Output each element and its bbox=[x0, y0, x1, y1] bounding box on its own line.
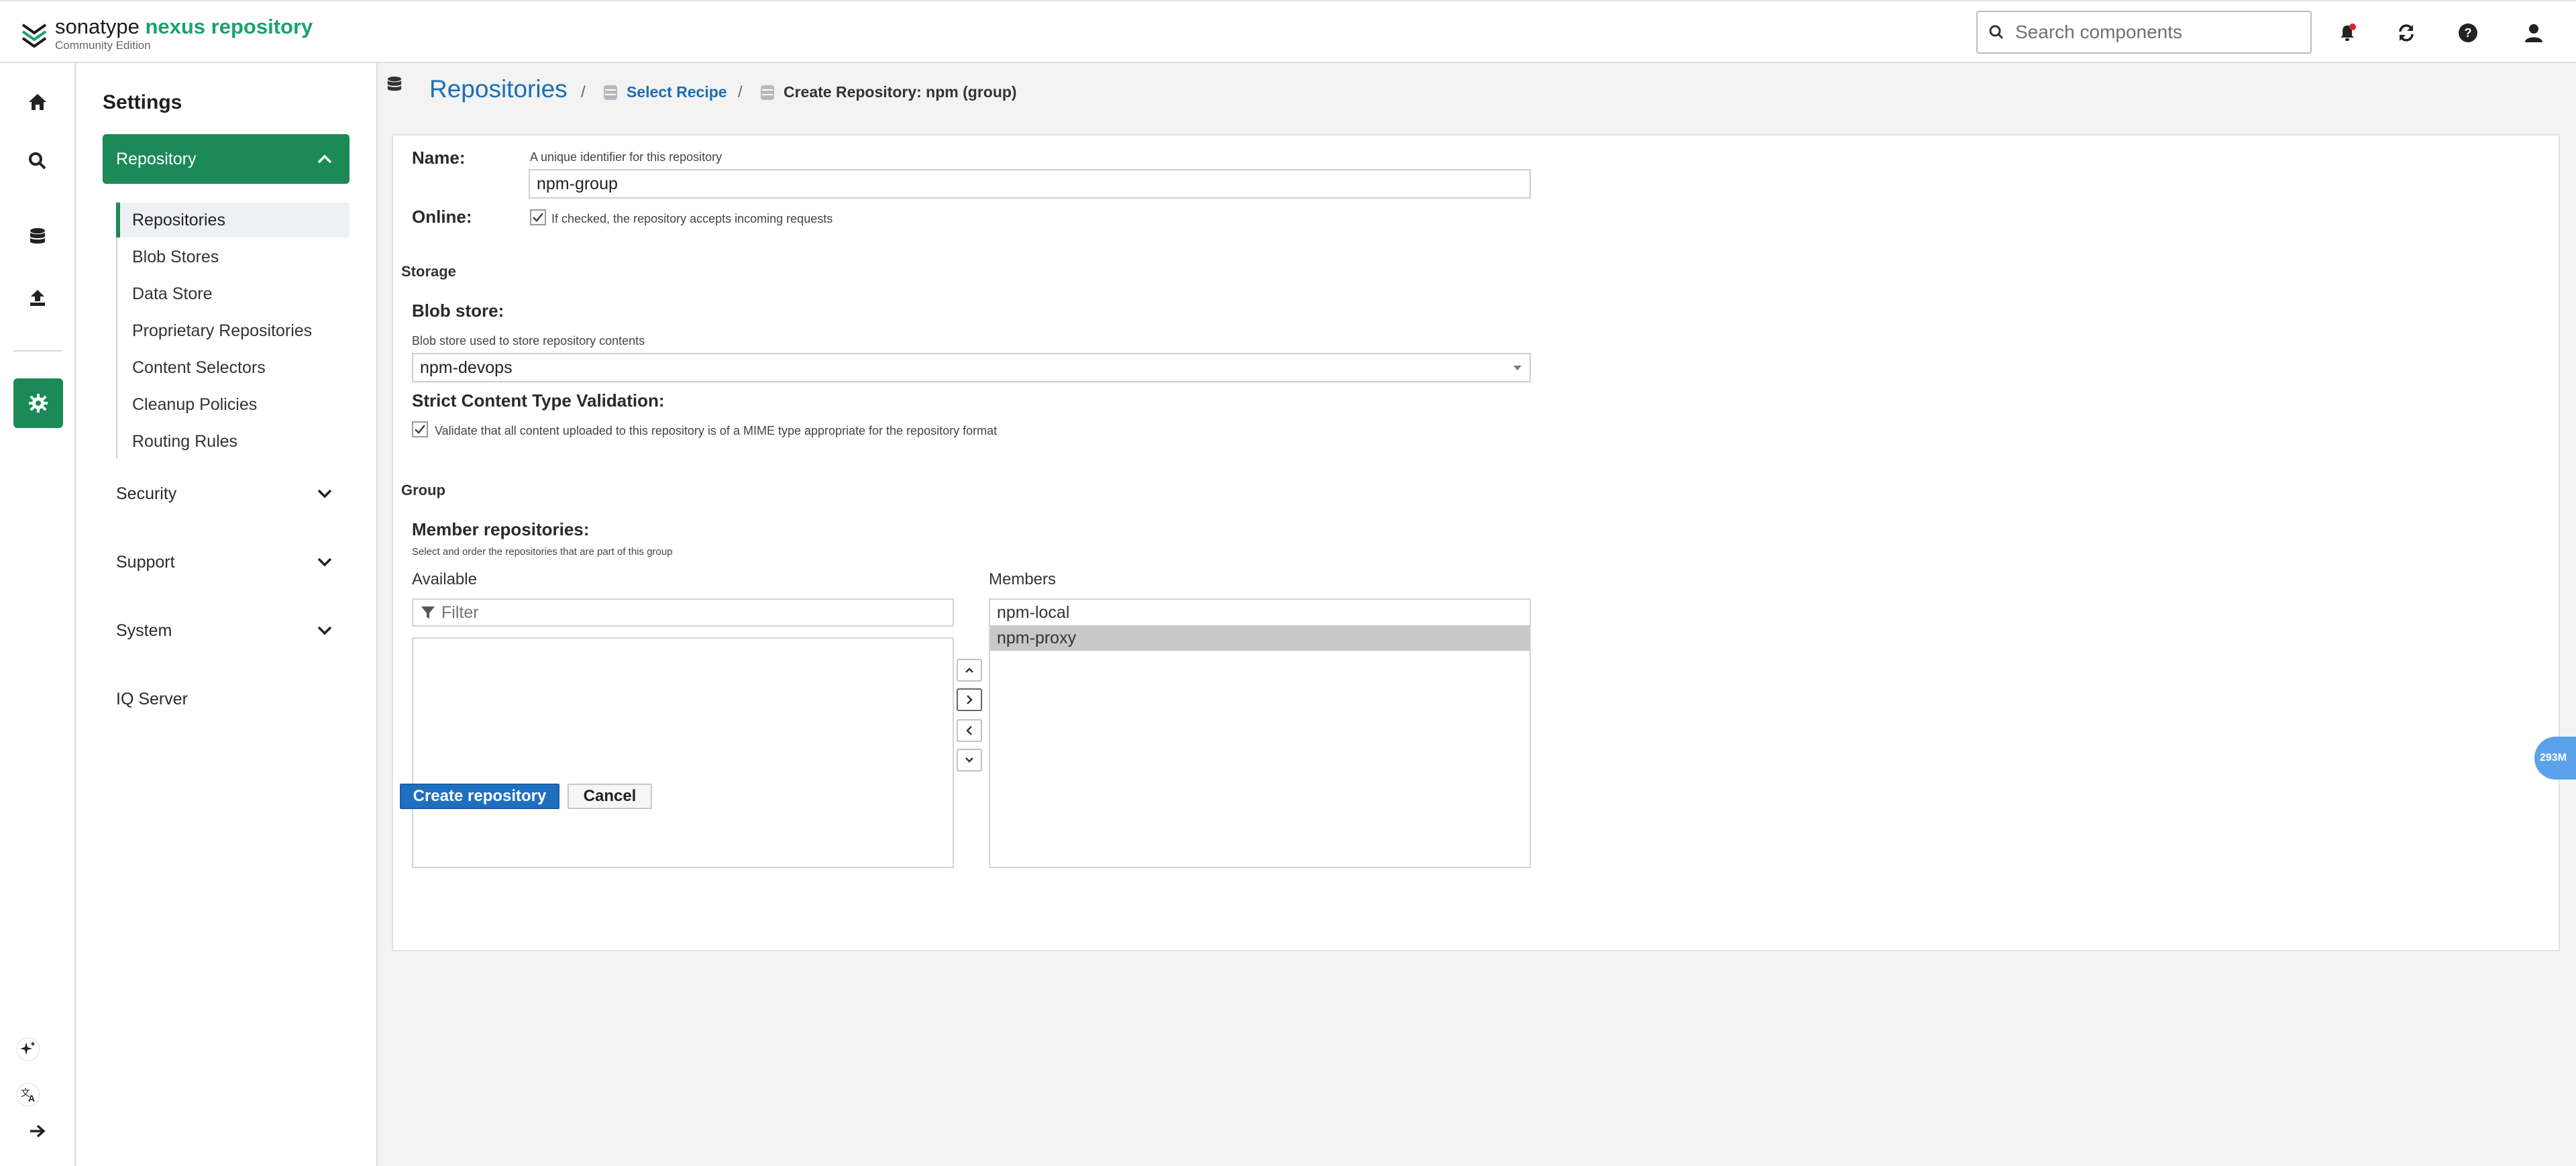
list-item[interactable]: npm-proxy bbox=[990, 625, 1529, 651]
nav-item-data-store[interactable]: Data Store bbox=[116, 276, 350, 311]
gear-icon[interactable] bbox=[13, 378, 63, 428]
move-up-button[interactable] bbox=[957, 659, 982, 682]
chevron-down-icon bbox=[965, 757, 973, 763]
chevron-left-icon bbox=[966, 726, 972, 735]
cancel-button[interactable]: Cancel bbox=[568, 784, 652, 809]
refresh-icon[interactable] bbox=[2390, 16, 2423, 50]
chevron-right-icon bbox=[967, 695, 973, 704]
home-icon[interactable] bbox=[17, 82, 58, 122]
nav-group-repository[interactable]: Repository bbox=[103, 134, 350, 184]
caret-down-icon bbox=[1513, 366, 1521, 370]
chevron-down-icon bbox=[317, 489, 332, 498]
chevron-down-icon bbox=[317, 558, 332, 567]
sonatype-logo[interactable]: sonatype nexus repository Community Edit… bbox=[19, 13, 313, 54]
add-member-button[interactable] bbox=[957, 688, 982, 711]
arrow-right-icon[interactable] bbox=[17, 1111, 58, 1151]
nav-item-proprietary-repositories[interactable]: Proprietary Repositories bbox=[116, 313, 350, 348]
sparkle-icon[interactable] bbox=[8, 1029, 48, 1069]
name-label: Name: bbox=[412, 148, 466, 168]
database-icon bbox=[604, 85, 617, 100]
notification-dot bbox=[2349, 23, 2356, 30]
name-field[interactable]: npm-group bbox=[529, 169, 1531, 199]
memory-usage-badge[interactable]: 293M bbox=[2534, 737, 2576, 780]
filter-icon bbox=[421, 606, 435, 619]
edition-label: Community Edition bbox=[55, 39, 151, 52]
breadcrumb-label: Select Recipe bbox=[627, 83, 727, 101]
members-list[interactable]: npm-local npm-proxy bbox=[989, 598, 1531, 868]
blob-store-select[interactable]: npm-devops bbox=[412, 353, 1531, 382]
filter-input[interactable] bbox=[441, 602, 924, 623]
svg-text:?: ? bbox=[2465, 26, 2472, 40]
nav-item-blob-stores[interactable]: Blob Stores bbox=[116, 240, 350, 274]
strict-validation-help: Validate that all content uploaded to th… bbox=[435, 424, 998, 437]
brand-name: sonatype bbox=[55, 15, 140, 38]
blob-store-help: Blob store used to store repository cont… bbox=[412, 334, 645, 348]
storage-section-title: Storage bbox=[401, 263, 456, 280]
available-list[interactable] bbox=[412, 637, 954, 868]
remove-member-button[interactable] bbox=[957, 719, 982, 742]
sonatype-logo-icon bbox=[21, 23, 47, 48]
user-icon[interactable] bbox=[2517, 16, 2551, 50]
upload-icon[interactable] bbox=[17, 278, 58, 318]
move-down-button[interactable] bbox=[957, 749, 982, 772]
settings-nav: Settings Repository Repositories Blob St… bbox=[76, 63, 378, 1166]
breadcrumb-separator: / bbox=[738, 83, 743, 101]
strict-validation-checkbox[interactable] bbox=[412, 421, 428, 437]
breadcrumb-current: Create Repository: npm (group) bbox=[759, 83, 1017, 101]
nav-item-routing-rules[interactable]: Routing Rules bbox=[116, 424, 350, 459]
nav-item-cleanup-policies[interactable]: Cleanup Policies bbox=[116, 387, 350, 422]
nav-title: Settings bbox=[103, 91, 182, 113]
product-name: nexus repository bbox=[145, 15, 313, 38]
members-label: Members bbox=[989, 570, 1057, 588]
search-components[interactable] bbox=[1976, 11, 2312, 54]
checkmark-icon bbox=[415, 425, 425, 434]
member-repositories-help: Select and order the repositories that a… bbox=[412, 546, 673, 558]
breadcrumb-repositories[interactable]: Repositories bbox=[429, 75, 568, 103]
database-icon bbox=[761, 85, 774, 100]
top-header: sonatype nexus repository Community Edit… bbox=[0, 0, 2576, 63]
name-help: A unique identifier for this repository bbox=[530, 150, 722, 164]
search-icon[interactable] bbox=[17, 141, 58, 181]
available-filter[interactable] bbox=[412, 598, 954, 627]
svg-text:A: A bbox=[28, 1093, 35, 1104]
group-section-title: Group bbox=[401, 482, 445, 498]
chevron-up-icon bbox=[317, 154, 332, 164]
icon-rail: 文A bbox=[0, 63, 76, 1166]
nav-group-label: Security bbox=[116, 484, 177, 503]
breadcrumb-separator: / bbox=[581, 83, 586, 101]
nav-group-support[interactable]: Support bbox=[103, 542, 350, 582]
search-icon bbox=[1978, 12, 2015, 52]
strict-validation-label: Strict Content Type Validation: bbox=[412, 390, 665, 411]
nav-group-system[interactable]: System bbox=[103, 611, 350, 651]
help-icon[interactable]: ? bbox=[2451, 16, 2485, 50]
database-icon bbox=[386, 75, 402, 99]
nav-group-security[interactable]: Security bbox=[103, 474, 350, 514]
translate-icon[interactable]: 文A bbox=[8, 1075, 48, 1115]
list-item[interactable]: npm-local bbox=[990, 600, 1529, 625]
search-input[interactable] bbox=[2015, 21, 2297, 43]
nav-item-repositories[interactable]: Repositories bbox=[116, 203, 350, 237]
online-help: If checked, the repository accepts incom… bbox=[551, 212, 833, 225]
blob-store-value: npm-devops bbox=[420, 358, 513, 377]
bell-icon[interactable] bbox=[2330, 16, 2364, 50]
checkmark-icon bbox=[533, 213, 543, 222]
nav-item-content-selectors[interactable]: Content Selectors bbox=[116, 350, 350, 385]
member-repositories-label: Member repositories: bbox=[412, 519, 590, 539]
rail-divider bbox=[13, 350, 62, 352]
chevron-up-icon bbox=[965, 668, 973, 673]
nav-group-label: Support bbox=[116, 552, 175, 572]
breadcrumb-select-recipe[interactable]: Select Recipe bbox=[602, 83, 727, 101]
database-icon[interactable] bbox=[17, 217, 58, 258]
online-checkbox[interactable] bbox=[530, 209, 546, 225]
breadcrumb-label: Create Repository: npm (group) bbox=[784, 83, 1017, 101]
nav-item-label: IQ Server bbox=[116, 689, 188, 708]
create-repository-button[interactable]: Create repository bbox=[400, 784, 559, 809]
available-label: Available bbox=[412, 570, 477, 588]
online-label: Online: bbox=[412, 207, 472, 227]
nav-item-iq-server[interactable]: IQ Server bbox=[103, 679, 350, 719]
chevron-down-icon bbox=[317, 626, 332, 635]
blob-store-label: Blob store: bbox=[412, 301, 504, 321]
nav-group-label: System bbox=[116, 621, 172, 640]
nav-group-label: Repository bbox=[116, 149, 197, 168]
